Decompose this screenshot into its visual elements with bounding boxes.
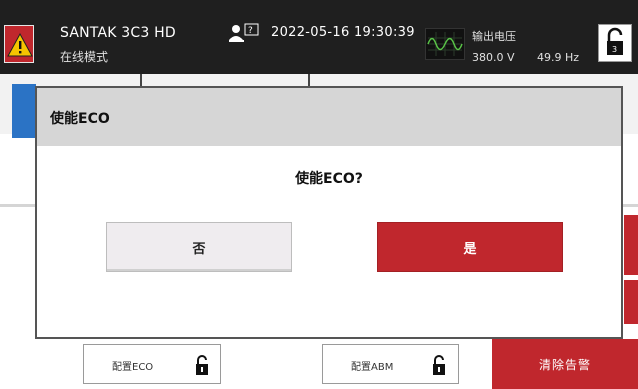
configure-abm-label: 配置ABM	[351, 362, 394, 373]
status-header: SANTAK 3C3 HD 在线模式 ? 2022-05-16 19:30:39…	[0, 0, 638, 74]
alarm-indicator-button[interactable]	[4, 25, 34, 63]
lock-icon	[196, 355, 208, 375]
output-voltage-label: 输出电压	[472, 30, 516, 43]
device-name: SANTAK 3C3 HD	[60, 25, 176, 41]
configure-eco-label: 配置ECO	[112, 362, 154, 373]
dialog-title: 使能ECO	[50, 111, 110, 127]
user-help-text: ?	[248, 26, 253, 36]
sine-wave-icon	[425, 28, 465, 60]
output-frequency-value: 49.9 Hz	[537, 51, 580, 64]
device-mode: 在线模式	[60, 50, 109, 64]
background-tab-divider	[308, 74, 310, 86]
output-voltage-value: 380.0 V	[472, 51, 515, 64]
no-button[interactable]: 否	[106, 222, 292, 272]
dialog-question: 使能ECO?	[295, 171, 363, 187]
dialog-titlebar: 使能ECO	[37, 88, 621, 146]
svg-text:3: 3	[612, 45, 617, 54]
background-active-tab	[12, 84, 36, 138]
configure-eco-button[interactable]: 配置ECO	[83, 344, 221, 384]
system-datetime: 2022-05-16 19:30:39	[271, 25, 415, 40]
background-red-button	[624, 280, 638, 324]
background-red-button	[624, 215, 638, 275]
lock-icon	[433, 355, 445, 375]
enable-eco-dialog: 使能ECO 使能ECO? 否 是	[35, 86, 623, 339]
yes-button[interactable]: 是	[377, 222, 563, 272]
clear-alarm-button[interactable]: 清除告警	[492, 339, 638, 389]
configure-abm-button[interactable]: 配置ABM	[322, 344, 459, 384]
user-help-icon[interactable]: ?	[228, 22, 260, 44]
lock-button[interactable]: 3	[598, 24, 632, 62]
background-tab-divider	[140, 74, 142, 86]
warning-icon	[7, 33, 33, 57]
lock-icon: 3	[607, 27, 623, 55]
